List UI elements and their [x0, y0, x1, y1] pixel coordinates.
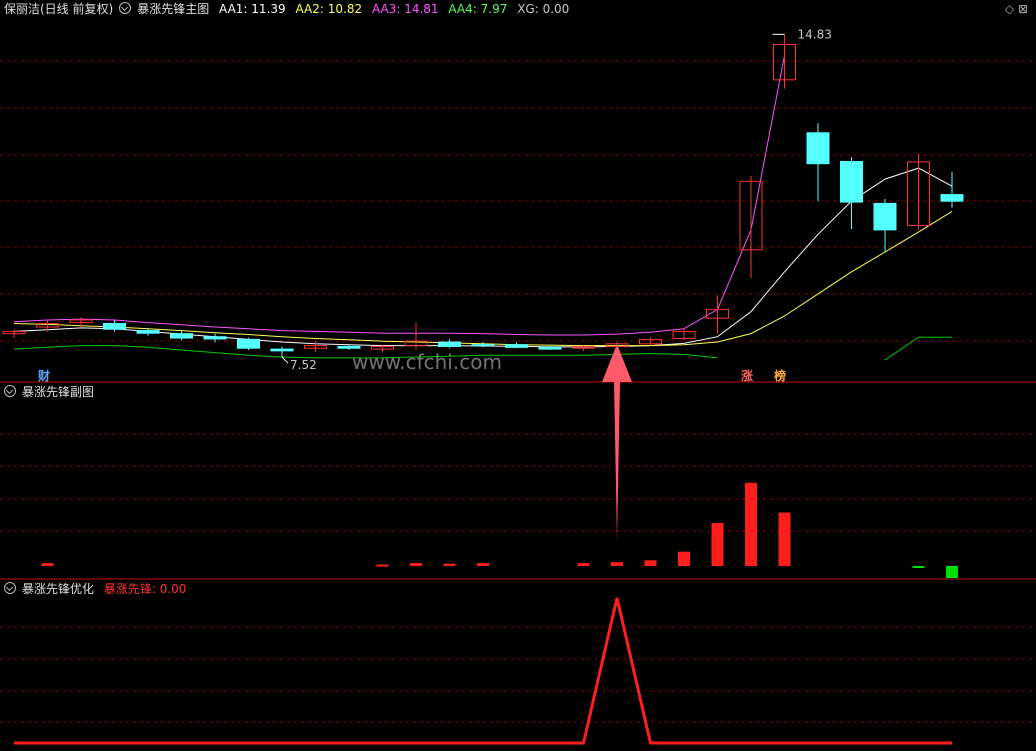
aa3-readout: AA3: 14.81 [371, 2, 439, 16]
chart-stage: 14.83 7.52 保丽洁(日线 前复权) 暴涨先锋主图 AA1: 11.39 A… [0, 0, 1036, 747]
candle-body [170, 333, 193, 339]
low-marker [281, 356, 289, 364]
signal-bar [577, 563, 590, 566]
candle-body [136, 330, 160, 334]
opt-panel-header: 暴涨先锋优化 暴涨先锋: 0.00 [4, 580, 192, 598]
high-price-label: 14.83 [798, 27, 832, 41]
close-icon[interactable]: ⊠ [1018, 2, 1028, 16]
ma-line-aa1 [13, 167, 953, 348]
signal-bar [611, 562, 623, 566]
xg-readout: XG: 0.00 [517, 2, 570, 16]
candle-body [840, 160, 863, 203]
dragon-tiger-tag[interactable]: 榜 [774, 367, 786, 384]
signal-bar [912, 566, 925, 568]
signal-bar [745, 482, 757, 566]
indicator-menu-icon[interactable] [4, 582, 16, 594]
low-price-label: 7.52 [290, 358, 317, 372]
candle-body [538, 346, 562, 350]
candle-body [471, 344, 495, 347]
chart-canvas: 14.83 7.52 [0, 27, 1036, 745]
signal-bar [678, 551, 690, 566]
signal-bar [443, 563, 456, 566]
candle-body [203, 336, 227, 340]
sub-indicator-name[interactable]: 暴涨先锋副图 [22, 385, 94, 399]
candle-body [940, 194, 964, 202]
aa1-readout: AA1: 11.39 [219, 2, 286, 16]
candle-body [873, 202, 897, 231]
watermark: www.cfchi.com [352, 350, 502, 374]
signal-bar [711, 523, 724, 566]
signal-bar [778, 512, 791, 566]
aa4-readout: AA4: 7.97 [448, 2, 508, 16]
limit-up-tag[interactable]: 涨 [741, 367, 753, 384]
candle-body [237, 338, 260, 349]
signal-bar [644, 560, 657, 566]
signal-bar [946, 566, 958, 578]
signal-bar [41, 563, 54, 566]
finance-tag[interactable]: 财 [38, 367, 50, 384]
indicator-menu-icon[interactable] [119, 2, 132, 14]
ma-line-aa3 [13, 55, 785, 336]
signal-arrow [602, 344, 632, 540]
panel-controls: ◇ ⊠ [1005, 2, 1028, 16]
sub-panel-header: 暴涨先锋副图 [4, 383, 100, 401]
main-panel-header: 保丽洁(日线 前复权) 暴涨先锋主图 AA1: 11.39 AA2: 10.82 … [4, 0, 575, 18]
main-indicator-name[interactable]: 暴涨先锋主图 [137, 2, 209, 16]
ma-line-aa2 [13, 210, 953, 347]
indicator-menu-icon[interactable] [4, 385, 16, 397]
aa2-readout: AA2: 10.82 [295, 2, 363, 16]
candle-body [337, 345, 361, 349]
candle-body [438, 341, 461, 347]
signal-bar [410, 563, 422, 566]
candle-body [270, 348, 294, 352]
opt-indicator-name[interactable]: 暴涨先锋优化 [22, 582, 94, 596]
collapse-icon[interactable]: ◇ [1005, 2, 1014, 16]
stock-title[interactable]: 保丽洁(日线 前复权) [4, 2, 113, 16]
candle-body [806, 132, 830, 165]
candle-body [505, 344, 528, 348]
optimized-signal-line [14, 597, 952, 745]
signal-bar [376, 564, 389, 567]
candle-body [103, 322, 126, 330]
signal-bar [477, 563, 489, 566]
opt-series-readout: 暴涨先锋: 0.00 [103, 582, 187, 596]
